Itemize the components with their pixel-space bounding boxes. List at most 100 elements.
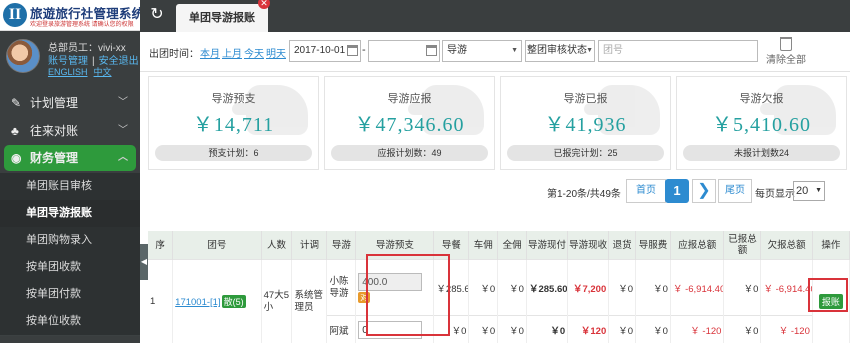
sub-label: 单团账目审核: [26, 180, 92, 192]
cell-cash-recv: ￥120: [567, 315, 610, 343]
cell-advance: 0: [355, 315, 435, 343]
col-header: 序: [148, 231, 174, 260]
verified-badge: 对: [358, 291, 371, 303]
col-header: 退货: [608, 231, 636, 260]
cell-cash-recv: ￥7,200: [567, 259, 610, 316]
stat-footer: 预支计划：6: [155, 145, 312, 161]
cell-full: ￥0: [497, 315, 527, 343]
cell-owed: ￥ -120: [760, 315, 813, 343]
date-separator: -: [362, 44, 366, 56]
col-header: 导游预支: [355, 231, 435, 260]
page-size-select[interactable]: 20 ▼: [793, 181, 825, 201]
sidebar-item-shopping-entry[interactable]: 单团购物录入: [0, 227, 140, 255]
sidebar-item-guide-settlement[interactable]: 单团导游报账: [0, 200, 140, 228]
col-header: 应报总额: [670, 231, 725, 260]
stat-card-should-report: 导游应报 ￥47,346.60 应报计划数：49: [324, 76, 495, 170]
status-select-value: 整团审核状态: [527, 45, 587, 56]
sidebar-collapse-toggle[interactable]: ◀: [140, 244, 148, 280]
coins-icon: ◉: [11, 151, 22, 165]
stat-title: 导游已报: [563, 93, 608, 105]
lang-english-link[interactable]: ENGLISH: [48, 67, 88, 77]
col-header: 车佣: [468, 231, 499, 260]
stat-title: 导游应报: [387, 93, 432, 105]
clear-all-button[interactable]: 清除全部: [766, 37, 806, 69]
col-header: 导游: [326, 231, 357, 260]
menu-label: 财务管理: [30, 151, 79, 165]
cell-refund: ￥0: [608, 315, 636, 343]
cell-service: ￥0: [635, 315, 671, 343]
col-header: 人数: [261, 231, 293, 260]
quick-last-month[interactable]: 上月: [222, 45, 242, 60]
cell-should: ￥ -120: [670, 315, 725, 343]
lang-chinese-link[interactable]: 中文: [94, 67, 112, 77]
chevron-down-icon: ﹀: [118, 125, 128, 136]
menu-reconcile[interactable]: ♣ 往来对账 ﹀: [0, 118, 140, 144]
status-select[interactable]: 整团审核状态 ▼: [525, 40, 595, 62]
cell-reported: ￥0: [723, 259, 762, 316]
cell-guide: 小陈导游: [326, 259, 357, 316]
settle-button[interactable]: 报账: [818, 294, 843, 309]
stat-value: ￥47,346.60: [354, 114, 465, 136]
close-icon[interactable]: ✕: [258, 0, 270, 9]
stat-footer: 应报计划数：49: [331, 145, 488, 161]
sidebar: II 旅遊旅行社管理系统 欢迎登录旅游管理系统 请确认您的权限 总部员工：viv…: [0, 0, 144, 343]
table-header-row: 序 团号 人数 计调 导游 导游预支 导餐 车佣 全佣 导游现付 导游现收 退货…: [148, 231, 850, 260]
chevron-down-icon: ▼: [586, 47, 593, 54]
sub-label: 单团导游报账: [26, 207, 92, 219]
guide-select[interactable]: 导游 ▼: [442, 40, 522, 62]
sidebar-item-tour-receipt[interactable]: 按单团收款: [0, 254, 140, 282]
cell-guide: 阿斌: [326, 315, 357, 343]
cell-cash-pay: ￥285.60: [526, 259, 569, 316]
trash-icon: [780, 37, 792, 51]
cell-advance: 400.0 对: [355, 259, 435, 316]
advance-input[interactable]: 0: [358, 320, 423, 339]
tour-number-input[interactable]: 团号: [598, 40, 758, 62]
chevron-left-icon: ◀: [140, 257, 148, 266]
advance-input[interactable]: 400.0: [358, 272, 423, 291]
sub-label: 单团购物录入: [26, 234, 92, 246]
menu-label: 往来对账: [30, 124, 79, 138]
cell-cash-pay: ￥0: [526, 315, 569, 343]
menu-label: 计划管理: [30, 96, 79, 110]
sidebar-item-tour-audit[interactable]: 单团账目审核: [0, 173, 140, 201]
logo-bar: II 旅遊旅行社管理系统 欢迎登录旅游管理系统 请确认您的权限: [0, 0, 144, 31]
sub-label: 按单位收款: [26, 315, 81, 327]
cell-tour-no: 171001-[1] 散(5): [172, 259, 262, 343]
pagination-info: 第1-20条/共49条: [547, 189, 621, 200]
clear-all-label: 清除全部: [766, 55, 806, 66]
cell-reported: ￥0: [723, 315, 762, 343]
date-to-input[interactable]: [368, 40, 440, 62]
tour-number-link[interactable]: 171001-[1]: [175, 297, 220, 308]
edit-icon: ✎: [11, 96, 22, 110]
menu-plan[interactable]: ✎ 计划管理 ﹀: [0, 90, 140, 116]
language-links: ENGLISH 中文: [48, 65, 118, 78]
cell-planner: 系统管理员: [291, 259, 328, 343]
cell-owed: ￥ -6,914.40: [760, 259, 813, 316]
col-header: 已报总额: [723, 231, 762, 260]
pagination: 第1-20条/共49条 首页 1 ❯ 尾页 每页显示 20 ▼: [140, 175, 850, 207]
cell-op: 报账: [812, 259, 850, 343]
menu-finance[interactable]: ◉ 财务管理 ︿: [4, 145, 136, 171]
next-page-button[interactable]: ❯: [692, 179, 716, 203]
sidebar-item-unit-receipt[interactable]: 按单位收款: [0, 308, 140, 336]
last-page-button[interactable]: 尾页: [718, 179, 752, 203]
sub-label: 按单团付款: [26, 288, 81, 300]
table-row: 1 171001-[1] 散(5) 47大5小 系统管理员 小陈导游 400.0 …: [148, 259, 850, 343]
quick-this-month[interactable]: 本月: [200, 45, 220, 60]
date-from-input[interactable]: 2017-10-01: [289, 40, 361, 62]
cell-car: ￥0: [468, 259, 499, 316]
chevron-down-icon: ﹀: [118, 97, 128, 108]
first-page-button[interactable]: 首页: [626, 179, 666, 203]
sidebar-item-tour-payment[interactable]: 按单团付款: [0, 281, 140, 309]
col-header: 全佣: [497, 231, 527, 260]
quick-tomorrow[interactable]: 明天: [266, 45, 286, 60]
page-size-label: 每页显示: [755, 189, 795, 200]
group-type-badge: 散(5): [221, 295, 246, 308]
quick-today[interactable]: 今天: [244, 45, 264, 60]
col-header: 操作: [812, 231, 850, 260]
tab-bar: ↻ 单团导游报账 ✕: [140, 0, 850, 32]
page-1-button[interactable]: 1: [665, 179, 689, 203]
logo-icon: II: [3, 3, 27, 27]
tab-guide-settlement[interactable]: 单团导游报账: [176, 4, 268, 32]
refresh-icon[interactable]: ↻: [147, 5, 167, 25]
